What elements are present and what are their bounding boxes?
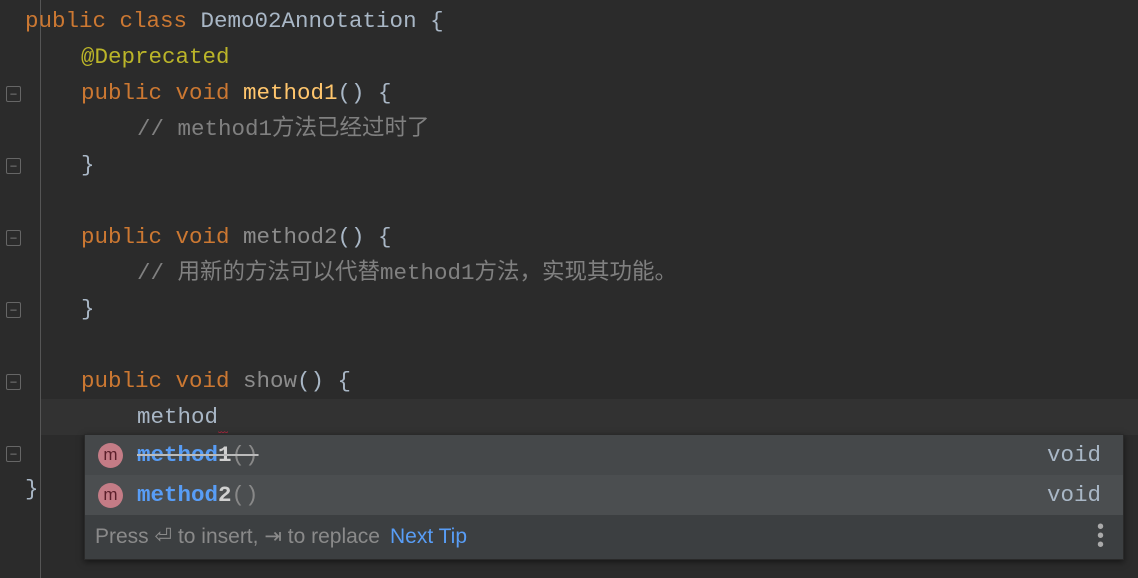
code-line[interactable]: @Deprecated <box>81 39 230 75</box>
error-underline: ﹏ <box>218 424 228 435</box>
completion-footer: Press ⏎ to insert, ⇥ to replace Next Tip … <box>85 515 1123 559</box>
method-name: show <box>243 368 298 394</box>
return-type: void <box>1046 482 1101 508</box>
code-line[interactable]: public void method2() { <box>81 219 392 255</box>
keyword: public void <box>81 80 244 106</box>
fold-icon[interactable]: − <box>6 302 21 318</box>
method-name: method2 <box>243 224 338 250</box>
class-name: Demo02Annotation { <box>200 8 444 34</box>
completion-popup: m method1() void m method2() void Press … <box>84 434 1124 560</box>
method-icon: m <box>98 483 123 508</box>
fold-icon[interactable]: − <box>6 158 21 174</box>
method-name: method1 <box>243 80 338 106</box>
match-text: method <box>137 482 219 508</box>
fold-icon[interactable]: − <box>6 230 21 246</box>
code-line[interactable]: } <box>81 147 95 183</box>
footer-hint: Press ⏎ to insert, ⇥ to replace <box>95 525 380 548</box>
fold-icon[interactable]: − <box>6 446 21 462</box>
keyword: public void <box>81 368 244 394</box>
code-line[interactable]: } <box>25 471 39 507</box>
comment-line[interactable]: // method1方法已经过时了 <box>137 111 430 147</box>
fold-icon[interactable]: − <box>6 374 21 390</box>
next-tip-link[interactable]: Next Tip <box>390 525 467 548</box>
code-text: () { <box>337 80 392 106</box>
comment-line[interactable]: // 用新的方法可以代替method1方法，实现其功能。 <box>137 255 677 291</box>
code-line[interactable]: public void show() { <box>81 363 351 399</box>
keyword: public void <box>81 224 244 250</box>
keyword: public class <box>25 8 201 34</box>
match-text: method <box>137 442 219 468</box>
completion-item-method1[interactable]: m method1() void <box>85 435 1123 475</box>
rest-text: 2 <box>218 482 232 508</box>
code-line[interactable]: public void method1() { <box>81 75 392 111</box>
gutter-line <box>40 0 41 578</box>
return-type: void <box>1046 442 1101 468</box>
fold-icon[interactable]: − <box>6 86 21 102</box>
code-line-current[interactable]: method <box>137 399 218 435</box>
more-options-icon[interactable]: • • • <box>1097 517 1104 555</box>
params: () <box>231 482 259 508</box>
method-icon: m <box>98 443 123 468</box>
code-line[interactable]: public class Demo02Annotation { <box>25 3 444 39</box>
rest-text: 1 <box>218 442 232 468</box>
completion-item-method2[interactable]: m method2() void <box>85 475 1123 515</box>
code-line[interactable]: } <box>81 291 95 327</box>
params: () <box>231 442 259 468</box>
code-text: () { <box>297 368 352 394</box>
code-text: () { <box>337 224 392 250</box>
